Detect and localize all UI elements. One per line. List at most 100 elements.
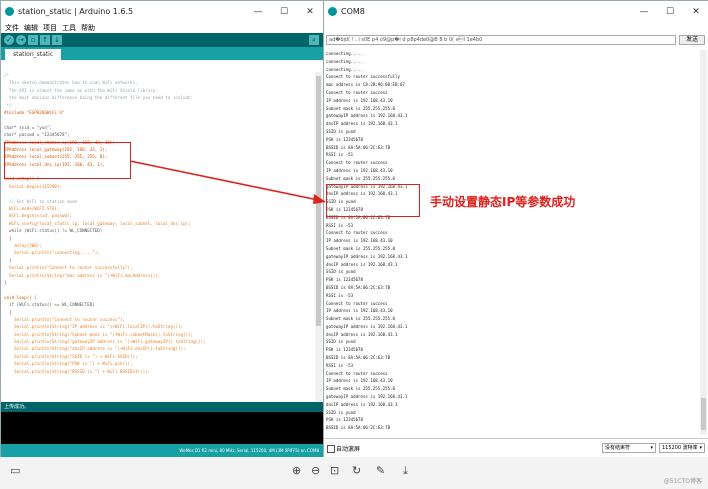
code-line: void loop() { xyxy=(4,294,37,300)
serial-line: SSID is yund xyxy=(326,409,356,415)
close-icon[interactable]: ✕ xyxy=(297,7,323,17)
verify-icon[interactable]: ✓ xyxy=(4,35,14,45)
serial-line: RSSI is -53 xyxy=(326,292,354,298)
download-icon[interactable]: ⤓ xyxy=(403,464,408,478)
code-line: The API is almost the same as with the W… xyxy=(4,87,158,93)
serial-scrollbar-thumb[interactable] xyxy=(701,398,706,430)
code-line: while (WiFi.status() != WL_CONNECTED) xyxy=(4,228,103,234)
code-highlight-box xyxy=(4,142,131,179)
code-line: Serial.println(String("PSK is ") + WiFi.… xyxy=(4,361,133,367)
code-line: Serial.println(String("gatewayIP address… xyxy=(4,339,206,345)
new-sketch-icon[interactable]: ▫ xyxy=(28,35,38,45)
editor-scrollbar[interactable] xyxy=(315,72,322,402)
code-line: char* passwd = "12345678"; xyxy=(4,132,70,138)
code-line: WiFi.mode(WIFI_STA); xyxy=(4,206,60,212)
code-line: Serial.println(String("mac address is ")… xyxy=(4,272,161,278)
tab-station-static[interactable]: station_static xyxy=(5,49,62,60)
serial-window-title: COM8 xyxy=(341,7,365,16)
serial-monitor-icon[interactable]: ⌕ xyxy=(309,35,319,45)
code-line: } xyxy=(4,279,7,285)
code-line: Serial.begin(115200); xyxy=(4,183,62,189)
line-ending-value: 没有结束符 xyxy=(605,445,631,451)
menu-edit[interactable]: 编辑 xyxy=(24,23,38,33)
ide-titlebar: station_static | Arduino 1.6.5 — ☐ ✕ xyxy=(1,1,323,22)
code-line: Serial.println("connecting....."); xyxy=(4,250,100,256)
send-button[interactable]: 发送 xyxy=(679,35,705,45)
serial-line: Subnet mask is 255.255.255.0 xyxy=(326,316,396,322)
serial-line: gatewayIP address is 192.168.43.1 xyxy=(326,113,408,119)
menu-sketch[interactable]: 项目 xyxy=(43,23,57,33)
fit-page-icon[interactable]: ⊡ xyxy=(330,464,339,477)
code-line: This sketch demonstrates how to scan WiF… xyxy=(4,80,138,86)
serial-line: RSSI is -53 xyxy=(326,222,354,228)
serial-line: Subnet mask is 255.255.255.0 xyxy=(326,105,396,111)
zoom-in-icon[interactable]: ⊕ xyxy=(292,464,301,477)
code-line: Serial.println(String("BSSID is ") + WiF… xyxy=(4,368,151,374)
serial-line: PSK is 12345678 xyxy=(326,277,363,283)
code-line: WiFi.begin(ssid, passwd); xyxy=(4,213,73,219)
serial-scrollbar[interactable] xyxy=(700,50,707,435)
serial-line: dnsIP address is 192.168.43.1 xyxy=(326,121,398,127)
arduino-ide-window: station_static | Arduino 1.6.5 — ☐ ✕ 文件 … xyxy=(0,0,324,459)
serial-line: RSSI is -51 xyxy=(326,152,354,158)
serial-line: Connect to router success xyxy=(326,370,388,376)
serial-footer: 自动滚屏 没有结束符 ▾ 115200 波特率 ▾ xyxy=(324,438,708,458)
code-line: Serial.println(String("SSID is ") + WiFi… xyxy=(4,353,138,359)
serial-monitor-window: COM8 — ☐ ✕ ad�bjd( ! , l s0E p4 o9@p�l d… xyxy=(323,0,708,459)
code-line: delay(500); xyxy=(4,242,42,248)
zoom-out-icon[interactable]: ⊖ xyxy=(311,464,320,477)
menu-help[interactable]: 帮助 xyxy=(81,23,95,33)
line-ending-select[interactable]: 没有结束符 ▾ xyxy=(602,443,656,453)
serial-output: connecting..... connecting..... connecting… xyxy=(326,50,698,432)
code-line: Serial.println(String("dnsIP address is … xyxy=(4,346,186,352)
annotation-text: 手动设置静态IP等参数成功 xyxy=(430,195,576,209)
save-sketch-icon[interactable]: ↓ xyxy=(52,35,62,45)
baud-select[interactable]: 115200 波特率 ▾ xyxy=(659,443,705,453)
upload-icon[interactable]: → xyxy=(16,35,26,45)
edit-icon[interactable]: ✎ xyxy=(376,464,385,477)
editor-scrollbar-thumb[interactable] xyxy=(316,76,321,326)
code-line: the most obvious difference being the di… xyxy=(4,95,194,101)
serial-line: dnsIP address is 192.168.43.1 xyxy=(326,401,398,407)
menu-file[interactable]: 文件 xyxy=(5,23,19,33)
serial-minimize-icon[interactable]: — xyxy=(631,7,657,17)
bottom-toolbar: ▭ ⊕ ⊖ ⊡ ↻ ✎ ⤓ @51CTO博客 xyxy=(0,457,708,489)
serial-line: BSSID is 8A:5A:06:2C:63:7B xyxy=(326,355,391,361)
serial-line: SSID is yund xyxy=(326,339,356,345)
watermark: @51CTO博客 xyxy=(663,478,702,485)
serial-close-icon[interactable]: ✕ xyxy=(683,7,708,17)
arduino-logo-icon xyxy=(5,7,14,16)
serial-line: BSSID is 8A:5A:06:2C:63:7B xyxy=(326,144,391,150)
serial-maximize-icon[interactable]: ☐ xyxy=(657,7,683,17)
serial-line: PSK is 12345678 xyxy=(326,417,363,423)
code-line: Serial.println("Connect to router succes… xyxy=(4,316,126,322)
serial-send-input[interactable]: ad�bjd( ! , l s0E p4 o9@p�l d p8p4de0@B … xyxy=(326,35,676,45)
serial-line: BSSID is 8A:5A:06:2C:63:7B xyxy=(326,284,391,290)
serial-line: gatewayIP address is 192.168.43.1 xyxy=(326,253,408,259)
serial-line: PSK is 12345678 xyxy=(326,136,363,142)
minimize-icon[interactable]: — xyxy=(245,7,271,17)
open-sketch-icon[interactable]: ↑ xyxy=(40,35,50,45)
maximize-icon[interactable]: ☐ xyxy=(271,7,297,17)
serial-line: Subnet mask is 255.255.255.0 xyxy=(326,175,396,181)
chevron-down-icon: ▾ xyxy=(650,445,653,451)
serial-line: IP address is 192.168.43.10 xyxy=(326,308,393,314)
code-editor[interactable]: /* This sketch demonstrates how to scan … xyxy=(1,72,318,402)
serial-line: connecting..... xyxy=(326,58,363,64)
panel-icon[interactable]: ▭ xyxy=(10,464,20,477)
ide-tabbar: station_static xyxy=(1,47,323,60)
serial-line: dnsIP address is 192.168.43.1 xyxy=(326,261,398,267)
rotate-icon[interactable]: ↻ xyxy=(352,464,361,477)
code-line: char* ssid = "yun"; xyxy=(4,124,52,130)
serial-line: gatewayIP address is 192.168.43.1 xyxy=(326,323,408,329)
ide-window-title: station_static | Arduino 1.6.5 xyxy=(18,7,134,16)
serial-line: SSID is yund xyxy=(326,269,356,275)
autoscroll-checkbox[interactable] xyxy=(327,445,335,453)
code-line: // Set WiFi to station mode xyxy=(4,198,78,204)
serial-line: IP address is 192.168.43.10 xyxy=(326,97,393,103)
menu-tools[interactable]: 工具 xyxy=(62,23,76,33)
serial-line: Subnet mask is 255.255.255.0 xyxy=(326,245,396,251)
code-line: #include "ESP8266WiFi.h" xyxy=(4,109,65,115)
